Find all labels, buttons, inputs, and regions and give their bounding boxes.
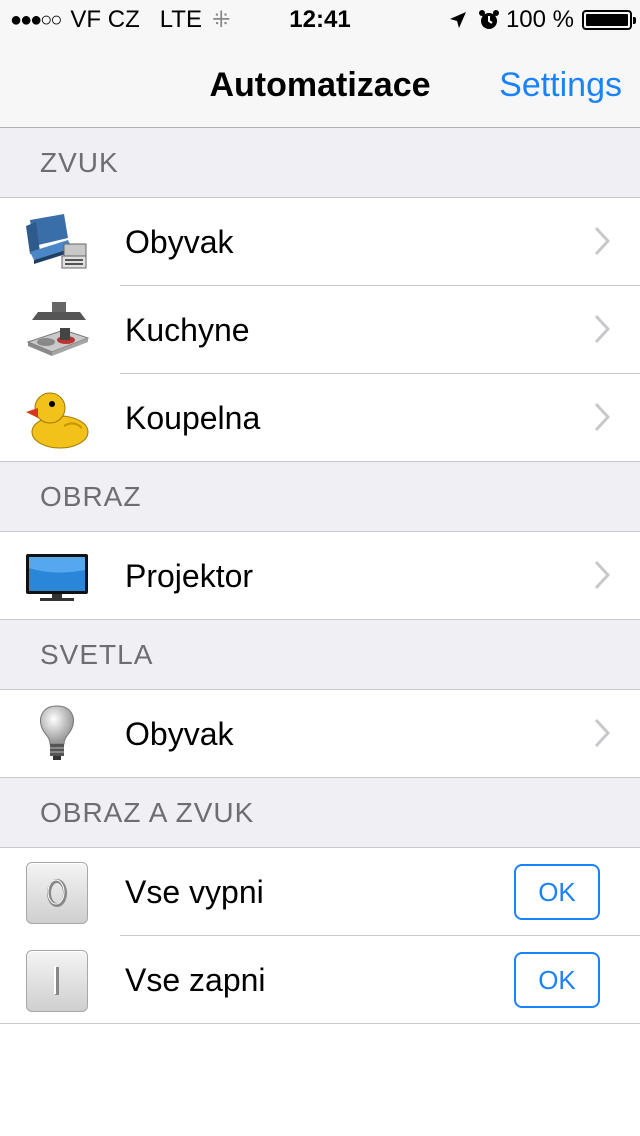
location-arrow-icon (448, 10, 468, 30)
chevron-right-icon (594, 560, 611, 595)
battery-icon (582, 10, 636, 30)
power-on-icon (26, 950, 88, 1012)
row-vse-zapni: Vse zapni OK (0, 936, 640, 1024)
row-label: Projektor (125, 558, 254, 594)
rubber-duck-icon (24, 388, 90, 450)
navigation-bar: Automatizace Settings (0, 40, 640, 128)
row-label: Vse zapni (125, 962, 266, 998)
row-zvuk-koupelna[interactable]: Koupelna (0, 374, 640, 462)
chevron-right-icon (594, 718, 611, 753)
section-title: OBRAZ A ZVUK (40, 797, 255, 828)
row-label: Obyvak (125, 716, 234, 752)
section-title: ZVUK (40, 147, 119, 178)
alarm-clock-icon (478, 9, 500, 31)
chevron-right-icon (594, 314, 611, 349)
row-separator (0, 1023, 640, 1024)
power-off-icon (26, 862, 88, 924)
tv-monitor-icon (24, 546, 90, 608)
section-header-zvuk: ZVUK (0, 128, 640, 198)
row-svetla-obyvak[interactable]: Obyvak (0, 690, 640, 778)
row-label: Koupelna (125, 400, 261, 436)
light-bulb-icon (24, 704, 90, 766)
section-title: OBRAZ (40, 481, 142, 512)
settings-table: ZVUK Obyvak Kuchyne Koupelna OBRAZ Proje… (0, 128, 640, 1024)
ok-button-all-off[interactable]: OK (514, 864, 600, 920)
row-zvuk-obyvak[interactable]: Obyvak (0, 198, 640, 286)
section-header-obraz-a-zvuk: OBRAZ A ZVUK (0, 778, 640, 848)
chevron-right-icon (594, 226, 611, 261)
status-bar: ●●●○○ VF CZ LTE ⁜ 12:41 100 % (0, 0, 640, 40)
kitchen-stove-icon (24, 300, 90, 362)
section-title: SVETLA (40, 639, 154, 670)
section-header-obraz: OBRAZ (0, 462, 640, 532)
section-header-svetla: SVETLA (0, 620, 640, 690)
chevron-right-icon (594, 402, 611, 437)
row-label: Vse vypni (125, 874, 264, 910)
row-label: Obyvak (125, 224, 234, 260)
status-bar-right: 100 % (448, 6, 636, 34)
ok-button-all-on[interactable]: OK (514, 952, 600, 1008)
row-vse-vypni: Vse vypni OK (0, 848, 640, 936)
battery-percent: 100 % (505, 6, 574, 33)
row-obraz-projektor[interactable]: Projektor (0, 532, 640, 620)
row-label: Kuchyne (125, 312, 250, 348)
settings-button[interactable]: Settings (499, 66, 622, 105)
row-zvuk-kuchyne[interactable]: Kuchyne (0, 286, 640, 374)
sofa-stereo-icon (24, 212, 90, 274)
